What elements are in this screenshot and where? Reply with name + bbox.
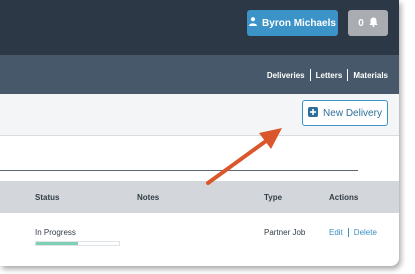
plus-square-icon [308,106,319,120]
nav-links: Deliveries Letters Materials [267,69,388,81]
action-bar: New Delivery [0,94,399,136]
nav-link-deliveries[interactable]: Deliveries [267,71,305,80]
user-icon [249,17,258,29]
new-delivery-button[interactable]: New Delivery [302,100,388,126]
column-header-status: Status [35,193,60,202]
delete-link[interactable]: Delete [354,228,377,237]
actions-separator [347,228,349,237]
top-header: Byron Michaels 0 [0,0,399,55]
section-divider [0,170,358,171]
edit-link[interactable]: Edit [329,228,343,237]
row-status: In Progress [35,228,76,237]
row-type: Partner Job [264,228,306,237]
column-header-actions: Actions [329,193,359,202]
row-actions: Edit Delete [329,228,377,237]
nav-link-materials[interactable]: Materials [353,71,388,80]
new-delivery-label: New Delivery [323,107,382,119]
column-header-type: Type [264,193,283,202]
app-window: Byron Michaels 0 Deliveries Letters Mate… [0,0,399,266]
bell-icon [369,17,378,30]
progress-bar-fill [36,242,78,245]
nav-separator [309,69,311,81]
table-header: Status Notes Type Actions [0,181,399,213]
column-header-notes: Notes [137,193,160,202]
progress-bar [35,241,120,246]
user-menu-button[interactable]: Byron Michaels [247,10,338,36]
user-name: Byron Michaels [262,17,336,29]
nav-separator [347,69,349,81]
nav-link-letters[interactable]: Letters [316,71,343,80]
notification-count: 0 [358,17,364,29]
notifications-button[interactable]: 0 [348,10,388,36]
main-nav: Deliveries Letters Materials [0,55,399,94]
